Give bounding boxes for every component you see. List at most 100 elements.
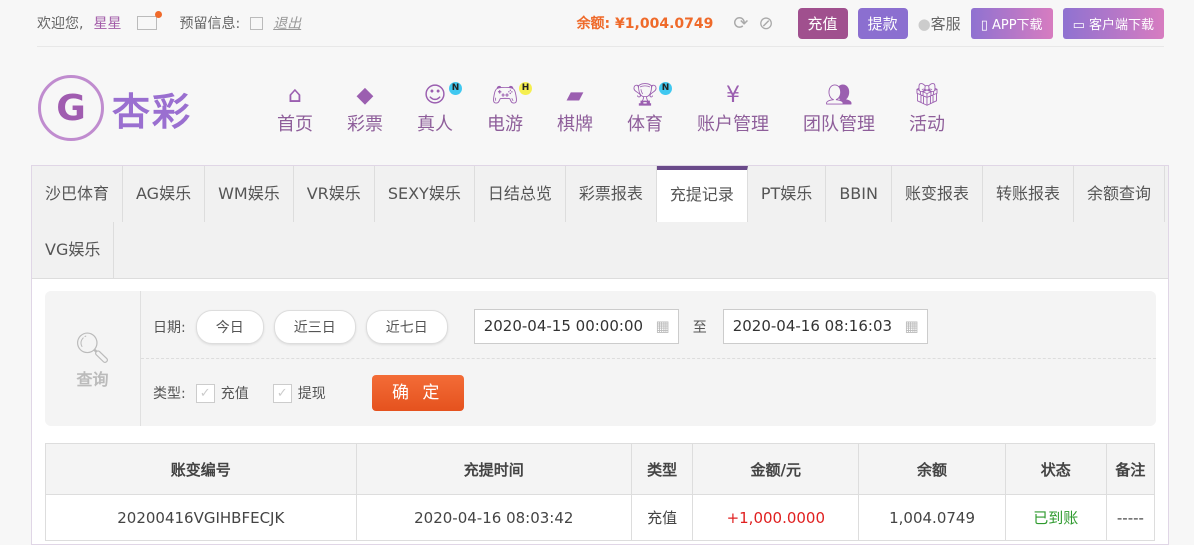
table-cell: 充值 <box>631 494 694 541</box>
trophy-icon: 🏆︎ <box>631 83 659 108</box>
table-cell: 2020-04-16 08:03:42 <box>355 494 633 541</box>
start-date-value: 2020-04-15 00:00:00 <box>483 317 644 335</box>
column-header: 账变编号 <box>45 443 357 495</box>
today-button[interactable]: 今日 <box>195 309 264 344</box>
mail-icon[interactable] <box>137 11 163 30</box>
nav-label: 体育 <box>627 114 663 135</box>
column-header: 备注 <box>1105 443 1156 495</box>
ticket-icon: ◆ <box>356 83 374 108</box>
nav-item[interactable]: 🎁︎ 活动 <box>892 82 962 136</box>
nav-label: 团队管理 <box>803 114 875 135</box>
nav-label: 彩票 <box>347 114 383 135</box>
main-nav: ⌂ 首页 ◆ 彩票 ☺ N 真人 🎮︎ H 电游 ▰ 棋牌 🏆︎ N 体育 ¥ 账户管理 👥︎ 团队管理 🎁︎ 活动 <box>260 82 962 136</box>
badge: N <box>449 82 462 95</box>
column-header: 余额 <box>858 443 1006 495</box>
nav-item[interactable]: 🏆︎ N 体育 <box>610 82 680 136</box>
nav-item[interactable]: ¥ 账户管理 <box>680 82 786 136</box>
client-download-button[interactable]: ▭ 客户端下载 <box>1062 7 1164 39</box>
tab-item[interactable]: BBIN <box>826 166 892 222</box>
query-label: 查询 <box>76 370 109 389</box>
nav-item[interactable]: ◆ 彩票 <box>330 82 400 136</box>
tab-item[interactable]: WM娱乐 <box>205 166 294 222</box>
service-link[interactable]: ●客服 <box>918 13 961 34</box>
gift-icon: 🎁︎ <box>913 83 941 108</box>
cards-icon: ▰ <box>566 83 584 108</box>
seven-days-button[interactable]: 近七日 <box>365 309 448 344</box>
tab-item[interactable]: PT娱乐 <box>748 166 827 222</box>
check-icon: ✓ <box>272 383 292 403</box>
calendar-icon[interactable]: ▦ <box>656 310 670 343</box>
logo-emblem: G <box>38 75 104 141</box>
balance-value: ¥1,004.0749 <box>615 16 714 32</box>
table-cell: +1,000.0000 <box>692 494 860 541</box>
table-cell: 20200416VGIHBFECJK <box>45 494 357 541</box>
filter-panel: 🔍︎ 查询 日期: 今日 近三日 近七日 2020-04-15 00:00:00 ▦… <box>45 291 1156 426</box>
tab-item[interactable]: 沙巴体育 <box>32 166 124 222</box>
tab-item[interactable]: VG娱乐 <box>32 222 115 278</box>
content-panel: 沙巴体育 AG娱乐 WM娱乐 VR娱乐 SEXY娱乐 日结总览 彩票报表 充提记录 PT娱乐 BB… <box>31 165 1169 545</box>
table-row: 20200416VGIHBFECJK 2020-04-16 08:03:42 充值 +… <box>45 494 1156 541</box>
deposit-label: 充值 <box>220 386 249 402</box>
nav-label: 真人 <box>417 114 453 135</box>
nav-label: 活动 <box>909 114 945 135</box>
top-bar: 欢迎您, 星星 预留信息: 退出 余额: ¥1,004.0749 ⟳ ⊘ 充值 … <box>37 0 1164 47</box>
search-icon: 🔍︎ <box>73 331 112 366</box>
three-days-button[interactable]: 近三日 <box>273 309 356 344</box>
check-icon: ✓ <box>195 383 215 403</box>
badge: N <box>659 82 672 95</box>
reserved-info-label: 预留信息: <box>179 16 241 32</box>
calendar-icon[interactable]: ▦ <box>905 310 919 343</box>
refresh-icon[interactable]: ⟳ <box>733 13 748 34</box>
username[interactable]: 星星 <box>93 13 121 33</box>
deposit-button[interactable]: 充值 <box>797 7 848 39</box>
tab-item[interactable]: 余额查询 <box>1074 166 1165 222</box>
tab-item[interactable]: VR娱乐 <box>294 166 375 222</box>
column-header: 状态 <box>1004 443 1107 495</box>
tab-item[interactable]: 日结总览 <box>475 166 566 222</box>
app-download-button[interactable]: ▯ APP下载 <box>970 7 1053 39</box>
confirm-button[interactable]: 确 定 <box>371 375 464 411</box>
tab-item[interactable]: SEXY娱乐 <box>375 166 475 222</box>
service-icon: ● <box>917 14 931 33</box>
balance: 余额: ¥1,004.0749 <box>577 13 714 33</box>
query-button[interactable]: 🔍︎ 查询 <box>45 291 141 426</box>
column-header: 类型 <box>631 443 694 495</box>
nav-item[interactable]: ⌂ 首页 <box>260 82 330 136</box>
gamepad-icon: 🎮︎ <box>491 83 519 108</box>
nav-item[interactable]: 🎮︎ H 电游 <box>470 82 540 136</box>
table-cell: 1,004.0749 <box>858 494 1006 541</box>
report-tabs: 沙巴体育 AG娱乐 WM娱乐 VR娱乐 SEXY娱乐 日结总览 彩票报表 充提记录 PT娱乐 BB… <box>32 166 1168 279</box>
tab-item[interactable]: AG娱乐 <box>123 166 206 222</box>
withdraw-button[interactable]: 提款 <box>857 7 908 39</box>
nav-label: 电游 <box>487 114 523 135</box>
logout-link[interactable]: 退出 <box>273 13 301 33</box>
end-date-value: 2020-04-16 08:16:03 <box>732 317 893 335</box>
balance-label: 余额: <box>576 16 611 32</box>
withdraw-checkbox[interactable]: ✓ 提现 <box>272 383 326 403</box>
tab-item[interactable]: 账变报表 <box>892 166 983 222</box>
nav-item[interactable]: ☺ N 真人 <box>400 82 470 136</box>
tab-item[interactable]: 充提记录 <box>656 166 748 222</box>
nav-label: 棋牌 <box>557 114 593 135</box>
hide-eye-icon[interactable]: ⊘ <box>758 13 773 34</box>
yen-icon: ¥ <box>726 83 740 108</box>
team-icon: 👥︎ <box>825 83 853 108</box>
table-cell: 已到账 <box>1004 494 1107 541</box>
records-table: 账变编号 充提时间 类型 金额/元 余额 状态 备注 20200416VGIHBFECJK 2… <box>45 443 1156 541</box>
edit-icon[interactable] <box>250 16 264 30</box>
column-header: 充提时间 <box>355 443 633 495</box>
nav-item[interactable]: 👥︎ 团队管理 <box>786 82 892 136</box>
welcome-text: 欢迎您, <box>37 16 84 32</box>
deposit-checkbox[interactable]: ✓ 充值 <box>195 383 249 403</box>
logo[interactable]: G 杏彩 <box>38 75 192 141</box>
tab-item[interactable]: 彩票报表 <box>566 166 657 222</box>
end-date-input[interactable]: 2020-04-16 08:16:03 ▦ <box>722 309 928 344</box>
phone-icon: ▯ <box>980 17 992 33</box>
nav-item[interactable]: ▰ 棋牌 <box>540 82 610 136</box>
tab-item[interactable]: 转账报表 <box>983 166 1074 222</box>
table-cell: ----- <box>1105 494 1156 541</box>
date-label: 日期: <box>153 319 186 336</box>
to-label: 至 <box>692 319 707 336</box>
start-date-input[interactable]: 2020-04-15 00:00:00 ▦ <box>473 309 679 344</box>
woman-icon: ☺ <box>423 83 447 108</box>
